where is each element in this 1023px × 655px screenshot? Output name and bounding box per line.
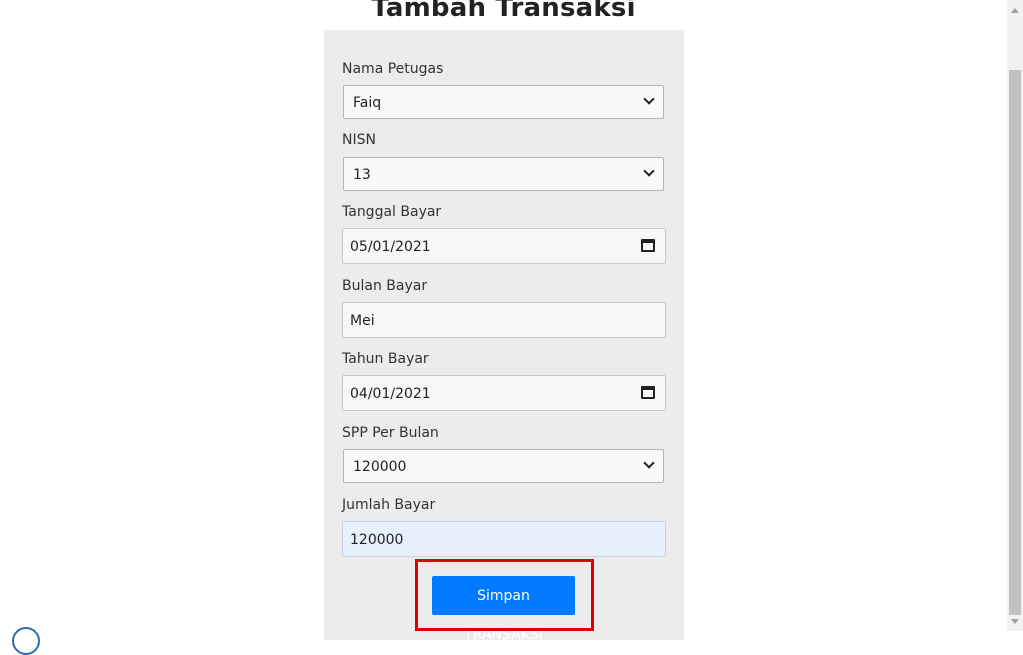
spp-per-bulan-value: 120000 <box>353 459 407 475</box>
nisn-label: NISN <box>342 132 376 148</box>
tahun-bayar-input[interactable]: 04/01/2021 <box>342 375 666 411</box>
corner-badge-icon <box>12 627 40 655</box>
tahun-bayar-value: 04/01/2021 <box>350 386 431 402</box>
calendar-icon[interactable] <box>641 239 655 252</box>
bulan-bayar-value: Mei <box>350 313 375 329</box>
nisn-value: 13 <box>353 167 371 183</box>
tahun-bayar-label: Tahun Bayar <box>342 351 429 367</box>
scrollbar-thumb[interactable] <box>1009 70 1021 615</box>
spp-per-bulan-label: SPP Per Bulan <box>342 425 439 441</box>
scroll-down-arrow-icon[interactable] <box>1011 619 1019 624</box>
bulan-bayar-input[interactable]: Mei <box>342 302 666 338</box>
page-title: Tambah Transaksi <box>371 0 636 23</box>
calendar-icon[interactable] <box>641 386 655 399</box>
scroll-up-arrow-icon[interactable] <box>1011 8 1019 13</box>
nama-petugas-value: Faiq <box>353 95 382 111</box>
highlight-box <box>415 559 594 631</box>
transaction-form: Nama Petugas Faiq NISN 13 Tanggal Bayar … <box>324 30 684 643</box>
nama-petugas-label: Nama Petugas <box>342 61 444 77</box>
nama-petugas-select[interactable]: Faiq <box>343 85 664 119</box>
jumlah-bayar-value: 120000 <box>350 532 404 548</box>
spp-per-bulan-select[interactable]: 120000 <box>343 449 664 483</box>
bulan-bayar-label: Bulan Bayar <box>342 278 428 294</box>
tanggal-bayar-label: Tanggal Bayar <box>342 204 442 220</box>
chevron-down-icon <box>643 165 655 177</box>
nisn-select[interactable]: 13 <box>343 157 664 191</box>
vertical-scrollbar[interactable] <box>1007 0 1023 631</box>
tanggal-bayar-value: 05/01/2021 <box>350 239 431 255</box>
chevron-down-icon <box>643 457 655 469</box>
jumlah-bayar-label: Jumlah Bayar <box>342 497 436 513</box>
jumlah-bayar-input[interactable]: 120000 <box>342 521 666 557</box>
chevron-down-icon <box>643 93 655 105</box>
tanggal-bayar-input[interactable]: 05/01/2021 <box>342 228 666 264</box>
